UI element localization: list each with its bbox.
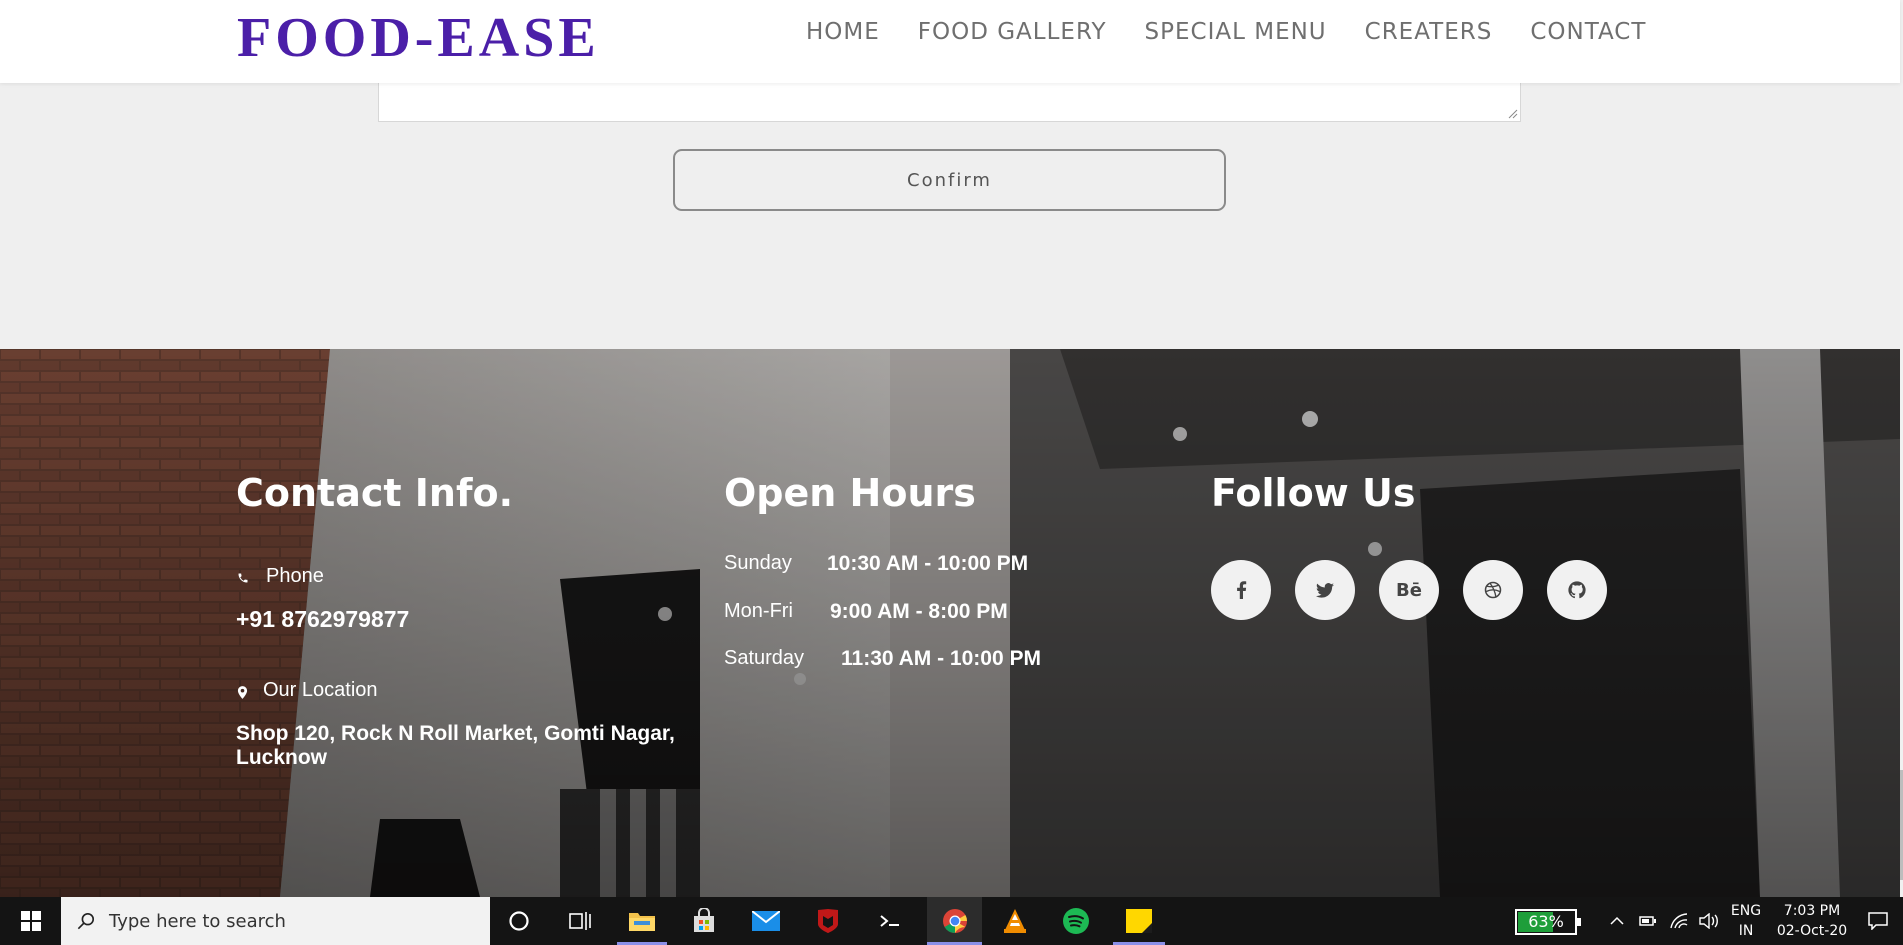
- taskbar-search[interactable]: Type here to search: [61, 897, 490, 945]
- twitter-icon[interactable]: [1295, 560, 1355, 620]
- language-indicator[interactable]: ENG IN: [1726, 901, 1766, 941]
- volume-icon[interactable]: [1696, 897, 1722, 945]
- nav-home[interactable]: HOME: [806, 16, 880, 48]
- battery-indicator[interactable]: 63%: [1515, 909, 1581, 935]
- chrome-icon[interactable]: [927, 897, 982, 945]
- battery-percent: 63%: [1528, 912, 1564, 931]
- search-icon: [77, 912, 95, 930]
- nav-contact[interactable]: CONTACT: [1530, 16, 1646, 48]
- confirm-button[interactable]: Confirm: [673, 149, 1226, 211]
- task-view-icon[interactable]: [555, 897, 605, 945]
- windows-taskbar: Type here to search 63% ENG IN 7:03 PM 0…: [0, 897, 1903, 945]
- main-nav: HOME FOOD GALLERY SPECIAL MENU CREATERS …: [806, 16, 1646, 48]
- terminal-icon[interactable]: [865, 897, 915, 945]
- mail-icon[interactable]: [741, 897, 791, 945]
- follow-us-title: Follow Us: [1211, 471, 1416, 515]
- nav-special-menu[interactable]: SPECIAL MENU: [1145, 16, 1327, 48]
- search-placeholder: Type here to search: [109, 910, 286, 932]
- location-line-1: Shop 120, Rock N Roll Market, Gomti Naga…: [236, 722, 675, 745]
- brand-logo[interactable]: FOOD-EASE: [237, 8, 600, 68]
- power-icon[interactable]: [1636, 897, 1660, 945]
- location-line-2: Lucknow: [236, 746, 328, 769]
- hours-day-mon-fri: Mon-Fri: [724, 600, 793, 622]
- location-pin-icon: [235, 685, 249, 699]
- store-icon[interactable]: [679, 897, 729, 945]
- sticky-notes-icon[interactable]: [1113, 897, 1165, 945]
- github-icon[interactable]: [1547, 560, 1607, 620]
- hours-time-saturday: 11:30 AM - 10:00 PM: [841, 647, 1041, 670]
- notifications-icon[interactable]: [1862, 897, 1894, 945]
- location-label: Our Location: [263, 679, 378, 701]
- clock-time: 7:03 PM: [1783, 903, 1841, 919]
- nav-food-gallery[interactable]: FOOD GALLERY: [918, 16, 1107, 48]
- open-hours-title: Open Hours: [724, 471, 976, 515]
- phone-label: Phone: [266, 565, 324, 587]
- region-code: IN: [1738, 923, 1754, 939]
- cortana-icon[interactable]: [494, 897, 544, 945]
- spotify-icon[interactable]: [1051, 897, 1101, 945]
- phone-value[interactable]: +91 8762979877: [236, 606, 409, 633]
- mcafee-icon[interactable]: [803, 897, 853, 945]
- nav-creaters[interactable]: CREATERS: [1365, 16, 1493, 48]
- language-code: ENG: [1730, 903, 1762, 919]
- hours-day-saturday: Saturday: [724, 647, 805, 669]
- wifi-icon[interactable]: [1666, 897, 1692, 945]
- hours-time-sunday: 10:30 AM - 10:00 PM: [827, 552, 1029, 575]
- show-hidden-icons[interactable]: [1605, 897, 1629, 945]
- site-footer: Contact Info. Phone +91 8762979877 Our L…: [0, 349, 1900, 897]
- clock-date: 02-Oct-20: [1776, 923, 1848, 939]
- hours-time-mon-fri: 9:00 AM - 8:00 PM: [830, 600, 1008, 623]
- site-header: FOOD-EASE HOME FOOD GALLERY SPECIAL MENU…: [0, 0, 1900, 83]
- facebook-icon[interactable]: [1211, 560, 1271, 620]
- start-button[interactable]: [0, 897, 61, 945]
- phone-icon: [236, 571, 250, 585]
- battery-tip: [1577, 918, 1581, 926]
- vlc-icon[interactable]: [990, 897, 1040, 945]
- clock[interactable]: 7:03 PM 02-Oct-20: [1772, 901, 1852, 941]
- resize-grip-icon[interactable]: [1508, 109, 1518, 119]
- behance-icon[interactable]: Bē: [1379, 560, 1439, 620]
- contact-info-title: Contact Info.: [236, 471, 514, 515]
- file-explorer-icon[interactable]: [617, 897, 667, 945]
- hours-day-sunday: Sunday: [724, 552, 792, 574]
- windows-icon: [20, 911, 41, 931]
- dribbble-icon[interactable]: [1463, 560, 1523, 620]
